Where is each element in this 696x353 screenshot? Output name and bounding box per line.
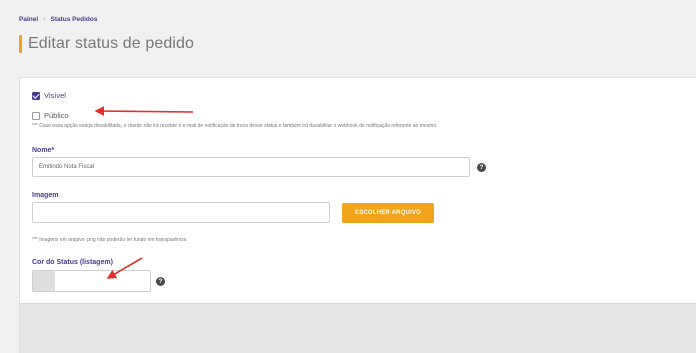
- breadcrumb: Painel › Status Pedidos: [19, 16, 97, 23]
- title-accent-bar: [19, 35, 22, 53]
- image-note: *** Imagens em arquivo .png não poderão …: [32, 237, 187, 243]
- name-input[interactable]: Emitindo Nota Fiscal: [32, 157, 470, 177]
- public-checkbox[interactable]: [32, 111, 40, 120]
- choose-file-button[interactable]: ESCOLHER ARQUIVO: [342, 203, 434, 223]
- status-color-picker[interactable]: [32, 270, 151, 292]
- name-label: Nome*: [32, 147, 55, 154]
- page-title: Editar status de pedido: [19, 34, 194, 54]
- form-footer: [20, 303, 696, 353]
- public-checkbox-row[interactable]: Público: [32, 111, 69, 120]
- image-file-input[interactable]: [32, 202, 330, 223]
- public-label: Público: [44, 111, 69, 120]
- breadcrumb-current[interactable]: Status Pedidos: [51, 16, 98, 23]
- visible-checkbox[interactable]: [32, 91, 40, 100]
- visible-label: Visível: [44, 91, 66, 100]
- breadcrumb-separator: ›: [43, 16, 46, 23]
- page-title-text: Editar status de pedido: [28, 35, 194, 52]
- image-label: Imagem: [32, 192, 59, 199]
- form-card: Visível Público *** Caso essa opção este…: [19, 77, 696, 353]
- color-help-icon[interactable]: ?: [156, 277, 165, 286]
- color-label: Cor do Status (listagem): [32, 259, 113, 266]
- name-help-icon[interactable]: ?: [477, 163, 486, 172]
- color-swatch[interactable]: [33, 271, 55, 291]
- public-note: *** Caso essa opção esteja desabilitada,…: [32, 123, 438, 129]
- breadcrumb-home-link[interactable]: Painel: [19, 16, 38, 23]
- visible-checkbox-row[interactable]: Visível: [32, 91, 66, 100]
